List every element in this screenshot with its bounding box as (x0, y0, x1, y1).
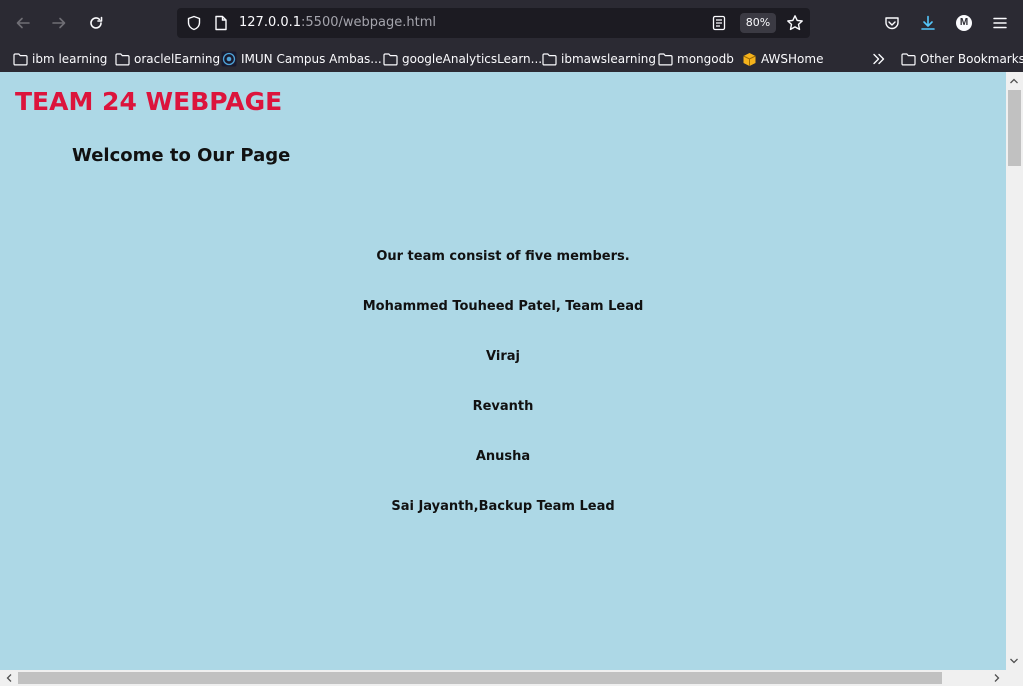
chevron-down-icon (1010, 658, 1018, 664)
back-arrow-icon (16, 17, 30, 29)
url-path: :5500/webpage.html (301, 15, 436, 30)
page-title: TEAM 24 WEBPAGE (15, 87, 283, 116)
team-member: Revanth (472, 399, 534, 414)
bookmark-label: oraclelEarning (134, 52, 221, 66)
folder-icon (658, 52, 673, 65)
scroll-right-button[interactable] (989, 670, 1005, 686)
bookmark-imun-campus[interactable]: IMUN Campus Ambas... (221, 50, 382, 68)
horizontal-scroll-thumb[interactable] (18, 672, 942, 684)
scrollbar-corner (1006, 670, 1023, 686)
folder-icon (383, 52, 398, 65)
pocket-button[interactable] (878, 9, 906, 37)
bookmark-ibm-learning[interactable]: ibm learning (13, 50, 107, 68)
folder-icon (115, 52, 130, 65)
bookmark-mongodb[interactable]: mongodb (658, 50, 734, 68)
folder-icon (13, 52, 28, 65)
chevron-right-icon (994, 674, 1000, 682)
forward-arrow-icon (52, 17, 66, 29)
bookmark-label: mongodb (677, 52, 734, 66)
scroll-left-button[interactable] (1, 670, 17, 686)
vertical-scrollbar[interactable] (1006, 72, 1023, 670)
zoom-level-badge[interactable]: 80% (740, 13, 776, 33)
menu-button[interactable] (986, 9, 1014, 37)
page-info-icon[interactable] (214, 15, 228, 31)
browser-toolbar: 127.0.0.1:5500/webpage.html 80% M (0, 0, 1023, 46)
bookmark-label: ibm learning (32, 52, 108, 66)
browser-window: 127.0.0.1:5500/webpage.html 80% M ibm le… (0, 0, 1023, 686)
bookmark-label: googleAnalyticsLearn... (402, 52, 543, 66)
account-avatar: M (956, 15, 972, 31)
bookmark-star-icon[interactable] (786, 14, 804, 32)
shield-icon[interactable] (186, 15, 202, 31)
other-bookmarks-label: Other Bookmarks (920, 52, 1023, 66)
bookmark-label: AWSHome (761, 52, 824, 66)
folder-icon (901, 52, 916, 65)
bookmark-oraclelearning[interactable]: oraclelEarning (115, 50, 220, 68)
page-viewport: TEAM 24 WEBPAGE Welcome to Our Page Our … (0, 72, 1006, 670)
horizontal-scrollbar[interactable] (0, 670, 1006, 686)
account-button[interactable]: M (950, 9, 978, 37)
url-host: 127.0.0.1 (239, 15, 302, 30)
bookmarks-toolbar: ibm learning oraclelEarning IMUN Campus … (0, 46, 1023, 72)
scroll-down-button[interactable] (1006, 653, 1022, 669)
team-member: Mohammed Touheed Patel, Team Lead (362, 299, 644, 314)
package-icon (743, 52, 756, 66)
team-member: Viraj (486, 349, 520, 364)
reload-icon (90, 16, 103, 29)
chevron-double-right-icon (873, 53, 885, 65)
bookmark-label: ibmawslearning (561, 52, 657, 66)
back-button[interactable] (9, 9, 37, 37)
scroll-up-button[interactable] (1006, 73, 1022, 89)
vertical-scroll-thumb[interactable] (1008, 90, 1021, 166)
bookmark-google-analytics[interactable]: googleAnalyticsLearn... (383, 50, 542, 68)
reload-button[interactable] (82, 9, 110, 37)
folder-icon (542, 52, 557, 65)
bookmark-label: IMUN Campus Ambas... (241, 52, 382, 66)
hamburger-menu-icon (993, 17, 1007, 29)
forward-button[interactable] (45, 9, 73, 37)
team-member: Sai Jayanth,Backup Team Lead (391, 499, 615, 514)
bookmarks-overflow-button[interactable] (872, 50, 886, 68)
pocket-icon (885, 17, 899, 30)
reader-view-icon[interactable] (712, 15, 726, 31)
chevron-up-icon (1010, 78, 1018, 84)
welcome-heading: Welcome to Our Page (72, 145, 291, 166)
team-intro: Our team consist of five members. (376, 249, 630, 264)
bookmark-awshome[interactable]: AWSHome (742, 50, 823, 68)
chevron-left-icon (6, 674, 12, 682)
team-member: Anusha (475, 449, 531, 464)
other-bookmarks[interactable]: Other Bookmarks (901, 50, 1023, 68)
address-bar[interactable]: 127.0.0.1:5500/webpage.html 80% (177, 8, 810, 38)
url-text[interactable]: 127.0.0.1:5500/webpage.html (239, 15, 436, 30)
site-favicon-icon (221, 51, 237, 67)
downloads-button[interactable] (914, 9, 942, 37)
download-icon (921, 15, 935, 30)
bookmark-ibmawslearning[interactable]: ibmawslearning (542, 50, 656, 68)
